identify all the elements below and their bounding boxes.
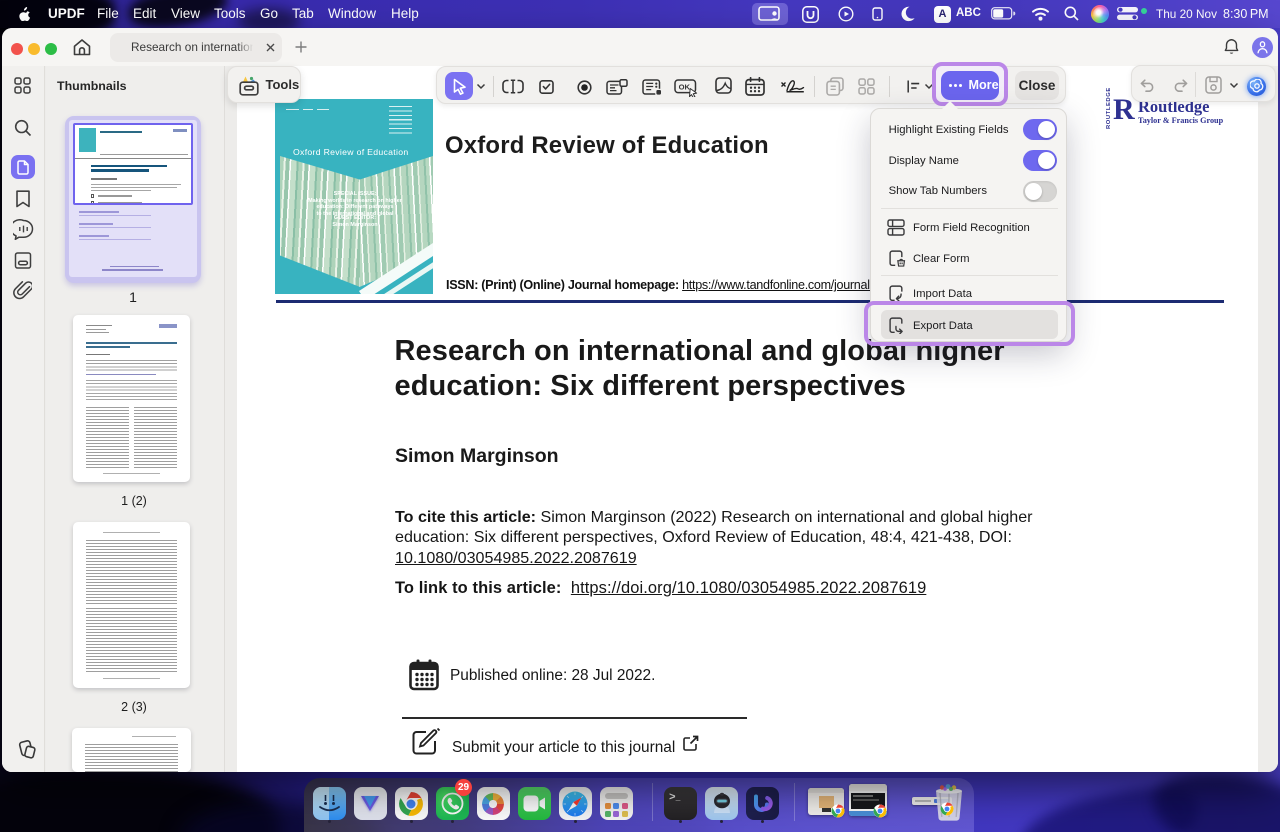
svg-text:OK: OK [679,82,691,91]
